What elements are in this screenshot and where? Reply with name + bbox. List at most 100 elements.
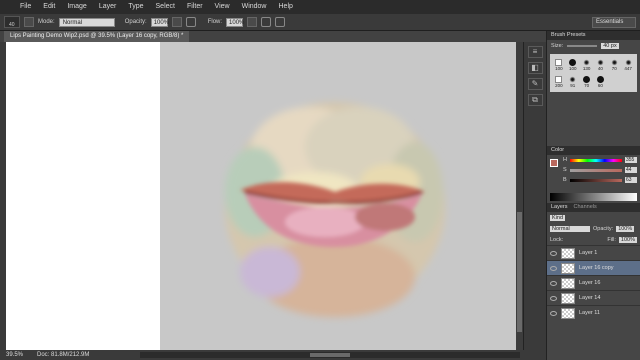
history-icon[interactable]: ≡ <box>527 46 543 58</box>
pressure-size-icon[interactable] <box>275 17 286 27</box>
layer-kind-filter[interactable]: Kind <box>550 214 566 221</box>
vertical-scrollbar[interactable] <box>516 42 523 350</box>
opacity-input[interactable]: 100% <box>150 17 169 27</box>
layer-thumbnail <box>561 307 575 319</box>
doc-size-info: Doc: 81.8M/212.9M <box>37 352 90 358</box>
tab-layers[interactable]: Layers <box>551 203 568 212</box>
visibility-eye-icon[interactable] <box>550 310 557 316</box>
fill-label: Fill: <box>607 236 616 243</box>
menu-image[interactable]: Image <box>61 0 92 14</box>
brush-preset-grid: 100 100 130 40 70 447 200 91 70 60 <box>550 54 637 92</box>
layer-opacity-input[interactable]: 100% <box>616 225 635 232</box>
tab-channels[interactable]: Channels <box>574 203 597 212</box>
menu-file[interactable]: File <box>14 0 37 14</box>
hue-value[interactable]: 355 <box>625 157 637 163</box>
saturation-slider[interactable] <box>569 168 622 172</box>
properties-icon[interactable]: ◧ <box>527 62 543 74</box>
menu-select[interactable]: Select <box>150 0 181 14</box>
workspace-switcher[interactable]: Essentials <box>592 17 636 28</box>
brush-tip-icon <box>583 58 591 66</box>
canvas-area[interactable] <box>6 42 516 350</box>
layers-panel-header: Layers Channels <box>547 203 640 212</box>
opacity-dropdown-icon[interactable] <box>171 17 182 27</box>
brush-preset[interactable]: 130 <box>580 56 594 73</box>
menu-layer[interactable]: Layer <box>93 0 123 14</box>
brush-panel-icon[interactable]: ✎ <box>527 78 543 90</box>
visibility-eye-icon[interactable] <box>550 265 557 271</box>
menu-view[interactable]: View <box>209 0 236 14</box>
color-panel-header: Color <box>547 146 640 155</box>
layer-row[interactable]: Layer 11 <box>547 305 640 320</box>
brightness-label: B <box>563 177 567 183</box>
brush-preset[interactable]: 70 <box>607 56 621 73</box>
menu-filter[interactable]: Filter <box>181 0 209 14</box>
layer-thumbnail <box>561 292 575 304</box>
clone-source-icon[interactable]: ⧉ <box>527 94 543 106</box>
brush-preset[interactable]: 70 <box>580 73 594 90</box>
menu-help[interactable]: Help <box>273 0 299 14</box>
brush-tip-icon <box>569 75 577 83</box>
brush-preset[interactable]: 200 <box>552 73 566 90</box>
color-ramp[interactable] <box>550 193 637 201</box>
menu-edit[interactable]: Edit <box>37 0 61 14</box>
fill-input[interactable]: 100% <box>618 236 637 243</box>
saturation-label: S <box>563 167 567 173</box>
brush-preset[interactable]: 447 <box>621 56 635 73</box>
size-input[interactable]: 40 px <box>601 43 619 49</box>
layer-row[interactable]: Layer 16 <box>547 275 640 290</box>
flow-dropdown-icon[interactable] <box>247 17 258 27</box>
layer-name: Layer 16 <box>579 280 601 286</box>
layer-blend-row: Normal Opacity: 100% <box>547 223 640 234</box>
brush-preset[interactable]: 100 <box>566 56 580 73</box>
horizontal-scroll-thumb[interactable] <box>310 353 350 357</box>
vertical-scroll-thumb[interactable] <box>517 212 522 332</box>
brush-preset[interactable]: 40 <box>593 56 607 73</box>
mode-select[interactable]: Normal <box>58 17 115 27</box>
menu-bar: File Edit Image Layer Type Select Filter… <box>0 0 640 14</box>
brush-tip-icon <box>555 75 563 83</box>
layer-row[interactable]: Layer 1 <box>547 245 640 260</box>
foreground-color-swatch[interactable] <box>550 159 558 167</box>
size-slider[interactable] <box>567 45 598 47</box>
brush-preset[interactable]: 100 <box>552 56 566 73</box>
blend-mode-select[interactable]: Normal <box>550 225 590 232</box>
brightness-slider[interactable] <box>569 178 622 182</box>
flow-input[interactable]: 100% <box>226 17 244 27</box>
brush-panel-toggle-icon[interactable] <box>24 17 34 27</box>
brightness-row: B 63 <box>547 175 640 185</box>
brush-preset[interactable]: 60 <box>593 73 607 90</box>
brush-size-row: Size: 40 px <box>547 40 640 52</box>
hue-slider[interactable] <box>569 158 622 162</box>
menu-window[interactable]: Window <box>236 0 273 14</box>
airbrush-icon[interactable] <box>261 17 272 27</box>
menu-type[interactable]: Type <box>122 0 149 14</box>
pressure-opacity-icon[interactable] <box>185 17 196 27</box>
zoom-readout[interactable]: 39.5% <box>6 352 23 358</box>
color-tab[interactable]: Color <box>551 146 564 155</box>
layer-thumbnail <box>561 262 575 274</box>
visibility-eye-icon[interactable] <box>550 250 557 256</box>
brush-preset[interactable]: 91 <box>566 73 580 90</box>
brush-presets-tab[interactable]: Brush Presets <box>551 31 586 40</box>
document-tab[interactable]: Lips Painting Demo Wip2.psd @ 39.5% (Lay… <box>4 31 190 42</box>
brush-tip-icon <box>596 58 604 66</box>
photoshop-logo-icon <box>0 0 14 14</box>
visibility-eye-icon[interactable] <box>550 295 557 301</box>
layers-panel: Layers Channels Kind Normal Opacity: 100… <box>547 203 640 320</box>
options-bar: 40 Mode: Normal Opacity: 100% Flow: 100% <box>0 14 640 31</box>
visibility-eye-icon[interactable] <box>550 280 557 286</box>
brightness-value[interactable]: 63 <box>625 177 637 183</box>
layer-row[interactable]: Layer 14 <box>547 290 640 305</box>
brush-preset-picker[interactable]: 40 <box>4 16 20 28</box>
canvas-white-region <box>6 42 160 350</box>
flow-label: Flow: <box>207 19 223 25</box>
horizontal-scrollbar[interactable] <box>140 352 520 358</box>
layer-name: Layer 16 copy <box>579 265 614 271</box>
document-tab-bar: Lips Painting Demo Wip2.psd @ 39.5% (Lay… <box>0 31 546 42</box>
brush-size-readout: 40 <box>9 22 15 28</box>
right-panels: Brush Presets Size: 40 px 100 100 130 40… <box>546 31 640 360</box>
brush-tip-icon <box>624 58 632 66</box>
saturation-value[interactable]: 44 <box>625 167 637 173</box>
layer-name: Layer 11 <box>579 310 600 316</box>
layer-row-active[interactable]: Layer 16 copy <box>547 260 640 275</box>
